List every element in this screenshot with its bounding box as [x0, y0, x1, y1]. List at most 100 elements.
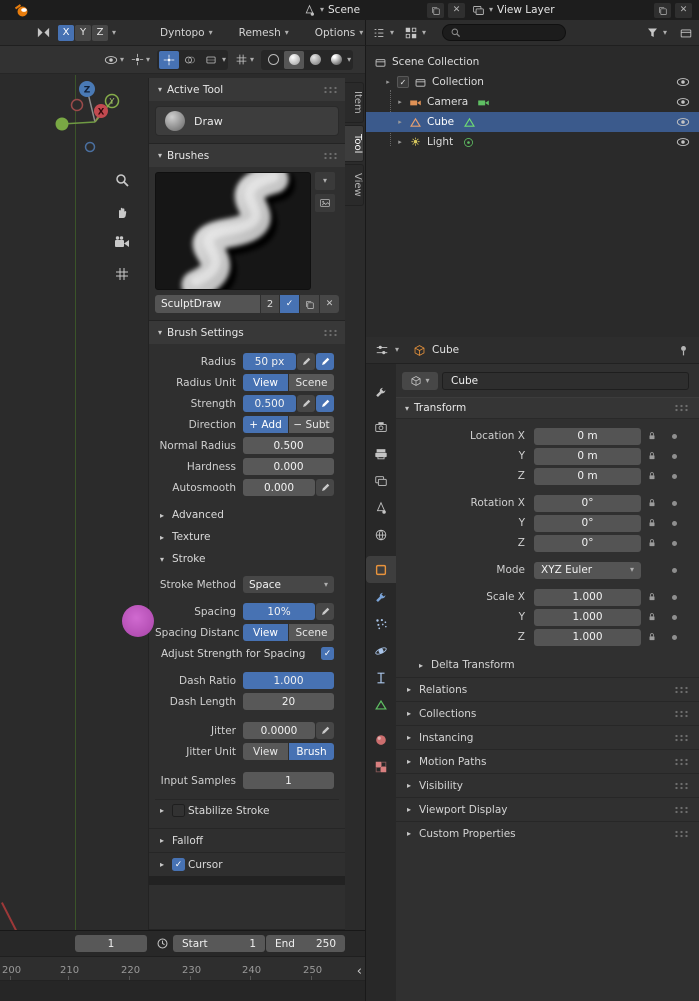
stabilize-stroke-header[interactable]: ▸ Stabilize Stroke — [155, 799, 339, 821]
lock-icon[interactable] — [641, 431, 663, 441]
tab-object-data-properties[interactable] — [366, 691, 396, 718]
stabilize-stroke-checkbox[interactable] — [172, 804, 185, 817]
radius-pressure-button[interactable] — [297, 353, 315, 370]
region-collapse-arrow[interactable]: ‹ — [357, 965, 362, 978]
camera-data-icon[interactable] — [477, 96, 490, 109]
shading-rendered-button[interactable] — [326, 51, 346, 69]
section-collections[interactable]: ▸ Collections — [396, 701, 699, 725]
autosmooth-slider[interactable]: 0.000 — [243, 479, 315, 496]
eye-icon[interactable] — [676, 115, 690, 129]
animate-dot-icon[interactable] — [672, 453, 677, 459]
animate-dot-icon[interactable] — [672, 594, 677, 600]
radius-unit-scene-button[interactable]: Scene — [289, 374, 334, 391]
camera-view-icon[interactable] — [114, 235, 130, 251]
section-relations[interactable]: ▸ Relations — [396, 677, 699, 701]
brush-user-count[interactable]: 2 — [261, 295, 279, 313]
radius-slider[interactable]: 50 px — [243, 353, 296, 370]
outliner-row-collection[interactable]: ▸ ✓ Collection — [366, 72, 699, 92]
chevron-down-icon[interactable]: ▾ — [222, 55, 226, 64]
section-visibility[interactable]: ▸ Visibility — [396, 773, 699, 797]
expand-arrow-icon[interactable]: ▸ — [396, 98, 404, 106]
brush-name-field[interactable]: SculptDraw — [155, 295, 260, 313]
animate-dot-icon[interactable] — [672, 634, 677, 640]
overlay-extra-dropdown[interactable]: ▾ — [235, 53, 254, 66]
tab-output-properties[interactable] — [366, 440, 396, 467]
section-custom-properties[interactable]: ▸ Custom Properties — [396, 821, 699, 845]
tab-constraint-properties[interactable] — [366, 664, 396, 691]
gizmo-neg-x-axis[interactable] — [70, 98, 84, 112]
shading-material-button[interactable] — [305, 51, 325, 69]
symmetry-icon[interactable] — [36, 25, 51, 40]
object-selector-button[interactable]: ▾ — [402, 372, 438, 390]
expand-arrow-icon[interactable]: ▸ — [396, 118, 404, 126]
delta-transform-header[interactable]: ▸ Delta Transform — [396, 653, 699, 677]
eye-icon[interactable] — [676, 95, 690, 109]
animate-dot-icon[interactable] — [672, 433, 677, 439]
blender-logo-icon[interactable] — [14, 2, 30, 18]
strength-tablet-button[interactable] — [316, 395, 334, 412]
adjust-strength-checkbox[interactable]: ✓ — [321, 647, 334, 660]
direction-subtract-button[interactable]: − Subt — [289, 416, 334, 433]
select-mode-dropdown[interactable]: ▾ — [131, 53, 150, 66]
panel-grip-icon[interactable] — [674, 781, 690, 790]
panel-grip-icon[interactable] — [323, 328, 339, 337]
tab-view-layer-properties[interactable] — [366, 467, 396, 494]
new-view-layer-button[interactable] — [654, 2, 671, 18]
lock-icon[interactable] — [641, 538, 663, 548]
lock-icon[interactable] — [641, 632, 663, 642]
lock-icon[interactable] — [641, 518, 663, 528]
location-x-field[interactable]: 0 m — [534, 427, 641, 445]
brush-image-button[interactable] — [315, 194, 335, 212]
transform-panel-header[interactable]: ▾ Transform — [396, 397, 699, 419]
timeline-ruler[interactable]: 200 210 220 230 240 250 — [0, 957, 365, 981]
normal-radius-slider[interactable]: 0.500 — [243, 437, 334, 454]
hardness-slider[interactable]: 0.000 — [243, 458, 334, 475]
start-frame-field[interactable]: Start 1 — [173, 935, 265, 952]
outliner-row-cube[interactable]: ▸ Cube — [366, 112, 699, 132]
brush-select-dropdown[interactable]: ▾ — [315, 172, 335, 190]
rotation-z-field[interactable]: 0° — [534, 534, 641, 552]
eye-icon[interactable] — [676, 75, 690, 89]
animate-dot-icon[interactable] — [672, 567, 677, 573]
active-tool-panel-header[interactable]: ▾ Active Tool — [149, 78, 345, 101]
rotation-y-field[interactable]: 0° — [534, 514, 641, 532]
chevron-down-icon[interactable]: ▾ — [663, 28, 667, 37]
outliner-row-camera[interactable]: ▸ Camera — [366, 92, 699, 112]
options-menu[interactable]: Options ▾ — [315, 27, 364, 39]
strength-slider[interactable]: 0.500 — [243, 395, 296, 412]
move-view-hand-icon[interactable] — [114, 204, 130, 220]
tab-particle-properties[interactable] — [366, 610, 396, 637]
lock-icon[interactable] — [641, 471, 663, 481]
scale-z-field[interactable]: 1.000 — [534, 628, 641, 646]
eye-icon[interactable] — [676, 135, 690, 149]
direction-add-button[interactable]: + Add — [243, 416, 288, 433]
clock-icon[interactable] — [156, 937, 169, 950]
rotation-mode-dropdown[interactable]: XYZ Euler ▾ — [534, 561, 641, 579]
panel-grip-icon[interactable] — [323, 151, 339, 160]
jitter-pressure-button[interactable] — [316, 722, 334, 739]
panel-grip-icon[interactable] — [674, 757, 690, 766]
chevron-down-icon[interactable]: ▾ — [422, 28, 426, 37]
end-frame-field[interactable]: End 250 — [266, 935, 345, 952]
chevron-down-icon[interactable]: ▾ — [390, 28, 394, 37]
chevron-down-icon[interactable]: ▾ — [347, 55, 351, 64]
tab-tool-properties[interactable] — [366, 378, 396, 405]
view-layer-selector[interactable]: ▾ View Layer ✕ — [472, 1, 692, 19]
pin-icon[interactable] — [677, 344, 690, 357]
scene-selector[interactable]: ▾ Scene ✕ — [303, 1, 465, 19]
lock-icon[interactable] — [641, 612, 663, 622]
delete-view-layer-button[interactable]: ✕ — [675, 2, 692, 18]
new-scene-button[interactable] — [427, 2, 444, 18]
dash-ratio-slider[interactable]: 1.000 — [243, 672, 334, 689]
scale-y-field[interactable]: 1.000 — [534, 608, 641, 626]
panel-grip-icon[interactable] — [674, 685, 690, 694]
texture-section-header[interactable]: ▸ Texture — [155, 526, 339, 548]
object-visibility-dropdown[interactable]: ▾ — [104, 53, 124, 67]
radius-unit-view-button[interactable]: View — [243, 374, 288, 391]
jitter-brush-button[interactable]: Brush — [289, 743, 334, 760]
gizmo-neg-y-axis[interactable] — [55, 117, 69, 131]
spacing-pressure-button[interactable] — [316, 603, 334, 620]
lock-icon[interactable] — [641, 451, 663, 461]
section-motion-paths[interactable]: ▸ Motion Paths — [396, 749, 699, 773]
spacing-view-button[interactable]: View — [243, 624, 288, 641]
